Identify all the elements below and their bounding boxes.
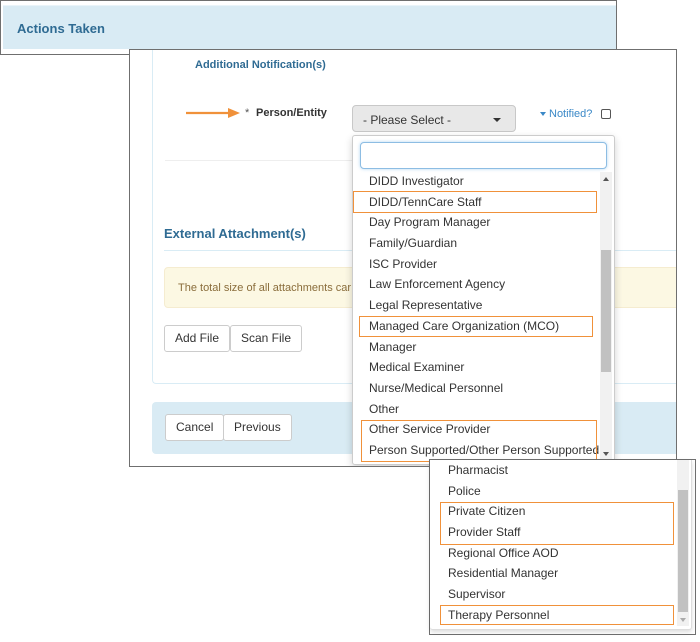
dropdown-search-input[interactable] <box>360 142 607 169</box>
dropdown-option[interactable]: Therapy Personnel <box>432 605 678 626</box>
dropdown-options-list: DIDD Investigator DIDD/TennCare Staff Day … <box>353 171 599 461</box>
scrollbar-thumb[interactable] <box>601 250 611 372</box>
scan-file-button[interactable]: Scan File <box>230 325 303 352</box>
dropdown-option[interactable]: Residential Manager <box>432 563 678 584</box>
attachment-warning-text: The total size of all attachments car <box>178 282 352 294</box>
dropdown-option[interactable]: Private Citizen <box>432 501 678 522</box>
cancel-button[interactable]: Cancel <box>165 414 225 441</box>
required-marker: * <box>245 107 250 119</box>
orange-arrow-icon <box>186 108 240 118</box>
dropdown-option[interactable]: Police <box>432 481 678 502</box>
actions-taken-screenshot: Actions Taken <box>0 0 617 55</box>
dropdown-option[interactable]: Family/Guardian <box>353 233 599 254</box>
chevron-down-icon <box>493 118 501 122</box>
dropdown-option[interactable]: Provider Staff <box>432 522 678 543</box>
dropdown-option[interactable]: Pharmacist <box>432 460 678 481</box>
dropdown-option[interactable]: DIDD/TennCare Staff <box>353 192 599 213</box>
scroll-down-icon[interactable] <box>603 452 609 456</box>
person-entity-label: Person/Entity <box>256 107 327 119</box>
dropdown-scrollbar[interactable] <box>600 172 612 460</box>
dropdown-option[interactable]: Supervisor <box>432 584 678 605</box>
dropdown-option[interactable]: Day Program Manager <box>353 212 599 233</box>
dropdown-option[interactable]: Nurse/Medical Personnel <box>353 378 599 399</box>
notified-checkbox[interactable] <box>601 109 611 119</box>
caret-down-icon <box>540 112 546 117</box>
additional-notifications-title: Additional Notification(s) <box>195 59 326 71</box>
dropdown-option[interactable]: Manager <box>353 337 599 358</box>
scroll-up-icon[interactable] <box>603 177 609 181</box>
dropdown-option[interactable]: Medical Examiner <box>353 357 599 378</box>
previous-button[interactable]: Previous <box>223 414 292 441</box>
dropdown-option[interactable]: Legal Representative <box>353 295 599 316</box>
dropdown-option[interactable]: Regional Office AOD <box>432 543 678 564</box>
person-entity-select[interactable]: - Please Select - <box>352 105 516 132</box>
divider <box>165 160 365 161</box>
dropdown-option[interactable]: ISC Provider <box>353 254 599 275</box>
notification-form-screenshot: Additional Notification(s) * Person/Enti… <box>129 49 677 467</box>
actions-taken-title: Actions Taken <box>17 21 105 36</box>
dropdown-options-list: Pharmacist Police Private Citizen Provider … <box>432 460 678 626</box>
dropdown-option[interactable]: Other Service Provider <box>353 419 599 440</box>
person-entity-dropdown: DIDD Investigator DIDD/TennCare Staff Day … <box>352 135 615 465</box>
scrollbar-thumb[interactable] <box>678 490 688 612</box>
dropdown-option[interactable]: Person Supported/Other Person Supported <box>353 440 599 461</box>
dropdown-option[interactable]: Law Enforcement Agency <box>353 274 599 295</box>
notified-label: Notified? <box>549 108 593 120</box>
actions-taken-header[interactable]: Actions Taken <box>3 5 616 49</box>
scroll-down-icon[interactable] <box>680 618 686 622</box>
add-file-button[interactable]: Add File <box>164 325 231 352</box>
dropdown-option[interactable]: DIDD Investigator <box>353 171 599 192</box>
dropdown-scrollbar[interactable] <box>677 460 689 626</box>
dropdown-option[interactable]: Other <box>353 399 599 420</box>
notified-toggle[interactable]: Notified? <box>540 108 592 120</box>
dropdown-option[interactable]: Managed Care Organization (MCO) <box>353 316 599 337</box>
external-attachments-title: External Attachment(s) <box>164 226 306 241</box>
dropdown-continued-screenshot: Pharmacist Police Private Citizen Provider … <box>429 459 696 635</box>
person-entity-selected-value: - Please Select - <box>363 113 452 127</box>
person-entity-dropdown-continued: Pharmacist Police Private Citizen Provider … <box>430 460 692 630</box>
